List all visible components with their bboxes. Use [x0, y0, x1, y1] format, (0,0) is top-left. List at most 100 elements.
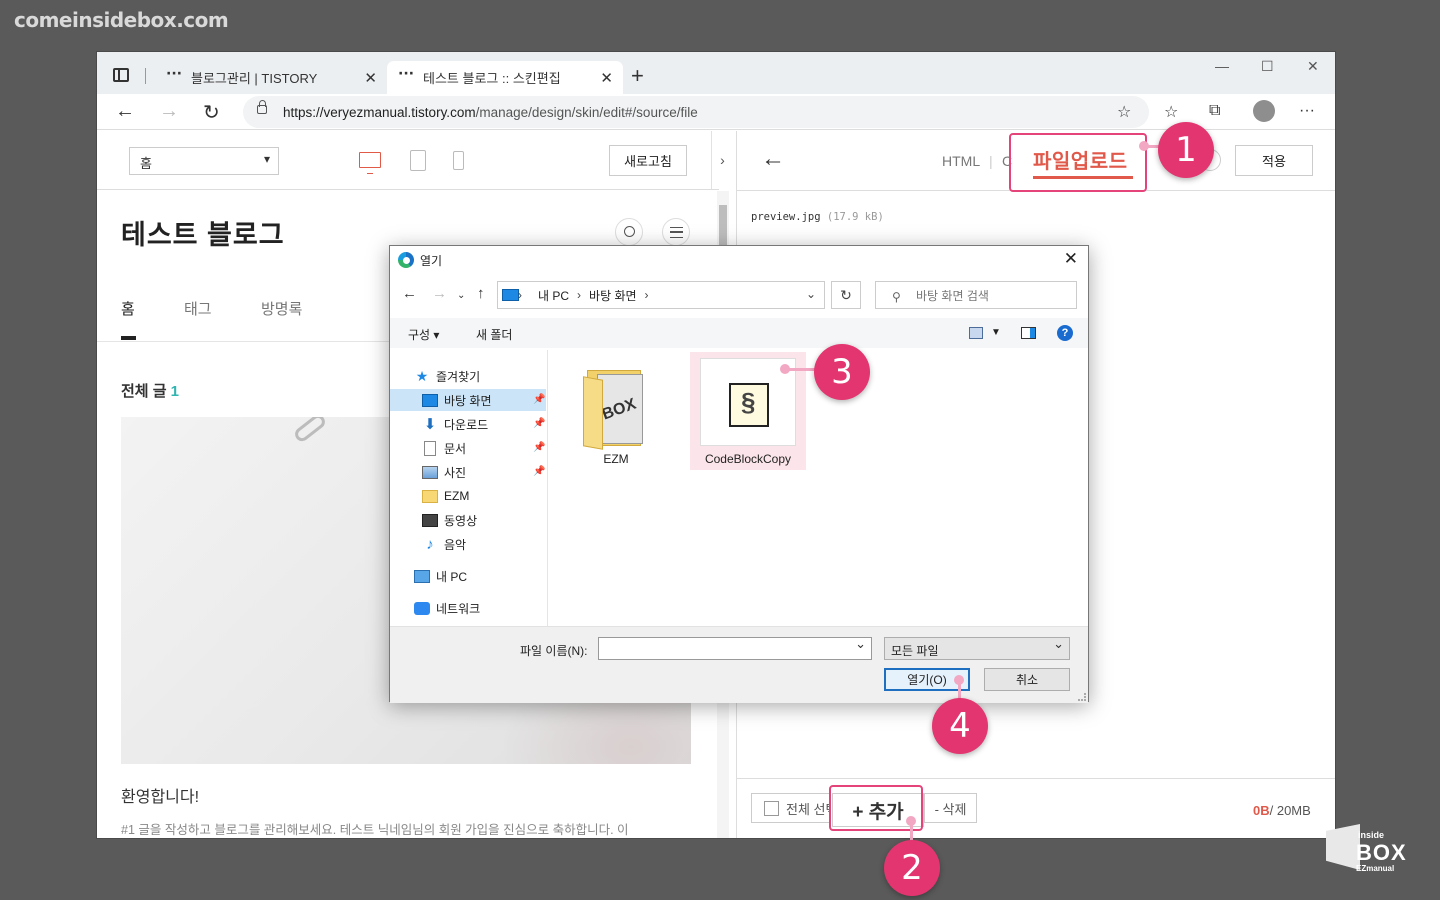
address-bar[interactable]: https://veryezmanual.tistory.com/manage/… [243, 96, 1149, 128]
favorites-icon[interactable]: ☆ [1164, 102, 1178, 122]
preview-pane-icon[interactable] [1021, 327, 1036, 339]
pc-icon [414, 569, 430, 583]
desktop-view-icon[interactable] [359, 152, 381, 174]
dialog-path-bar[interactable]: › 내 PC › 바탕 화면 › ⌄ [497, 281, 825, 309]
new-folder-button[interactable]: 새 폴더 [476, 326, 512, 343]
dialog-close-icon[interactable]: ✕ [1064, 249, 1078, 269]
url-host: https://veryezmanual.tistory.com [283, 104, 476, 120]
minimize-icon[interactable]: — [1215, 58, 1229, 74]
new-tab-icon[interactable]: + [631, 63, 644, 89]
filename-input[interactable] [598, 636, 872, 660]
help-icon[interactable]: ? [1057, 325, 1073, 341]
forward-icon[interactable]: → [159, 100, 179, 123]
tab-file-upload[interactable]: 파일업로드 [1033, 145, 1128, 174]
connector-dot [906, 816, 916, 826]
folder-icon [583, 364, 649, 450]
path-dropdown-icon[interactable]: ⌄ [806, 287, 816, 301]
blog-nav-home[interactable]: 홈 [121, 298, 135, 319]
pin-icon[interactable]: 📌 [533, 442, 545, 453]
recent-locations-icon[interactable]: ⌄ [457, 290, 465, 301]
back-icon[interactable]: ← [115, 100, 135, 123]
tab-actions-icon[interactable] [113, 68, 129, 82]
add-favorite-icon[interactable]: ☆ [1117, 102, 1131, 122]
nav-item-network[interactable]: 네트워크 [414, 597, 480, 619]
back-arrow-icon[interactable]: ← [761, 145, 785, 173]
nav-item-favorites[interactable]: ★ 즐겨찾기 [414, 365, 480, 387]
nav-item-downloads[interactable]: ⬇ 다운로드 [422, 413, 488, 435]
close-tab-icon[interactable]: ✕ [600, 69, 613, 87]
pictures-icon [422, 465, 438, 479]
menu-icon[interactable] [662, 218, 690, 246]
select-all[interactable]: 전체 선택 [751, 793, 831, 823]
pin-icon[interactable]: 📌 [533, 418, 545, 429]
dialog-refresh-icon[interactable]: ↻ [831, 281, 861, 309]
nav-item-videos[interactable]: 동영상 [422, 509, 477, 531]
cancel-button[interactable]: 취소 [984, 668, 1070, 691]
nav-item-label: 즐겨찾기 [436, 369, 481, 384]
close-window-icon[interactable]: ✕ [1307, 58, 1319, 75]
file-item-ezm-folder[interactable]: EZM [558, 356, 674, 466]
chevron-right-icon[interactable]: › [577, 288, 581, 302]
tab-css[interactable]: C [1002, 153, 1012, 169]
path-segment-pc[interactable]: 내 PC [538, 287, 569, 304]
music-icon: ♪ [426, 535, 434, 553]
nav-item-music[interactable]: ♪ 음악 [422, 533, 466, 555]
nav-item-ezm[interactable]: EZM [422, 485, 469, 507]
view-dropdown-icon[interactable]: ▼ [991, 327, 1001, 338]
blog-title: 테스트 블로그 [121, 220, 285, 250]
search-icon[interactable] [615, 218, 643, 246]
editor-toolbar: ← HTML | C 파일업로드 적용 [737, 131, 1335, 191]
collections-icon[interactable]: ⧉ [1209, 102, 1220, 120]
up-folder-icon[interactable]: ↑ [477, 285, 485, 302]
chevron-right-icon[interactable]: › [518, 288, 522, 302]
page-select[interactable]: 홈 [129, 147, 279, 175]
select-all-checkbox[interactable] [764, 800, 779, 816]
blog-nav-tags[interactable]: 태그 [184, 298, 212, 319]
reload-icon[interactable]: ↻ [203, 100, 220, 125]
nav-item-desktop[interactable]: 바탕 화면 📌 [390, 389, 546, 411]
nav-item-label: EZM [444, 489, 470, 503]
logo-text-sub: EZmanual [1356, 864, 1395, 873]
open-file-dialog: 열기 ✕ ← → ⌄ ↑ › 내 PC › 바탕 화면 › ⌄ ↻ ⚲ 바탕 화… [389, 245, 1089, 703]
filetype-select[interactable]: 모든 파일 [884, 636, 1070, 660]
close-tab-icon[interactable]: ✕ [364, 69, 377, 87]
nav-item-this-pc[interactable]: 내 PC [414, 565, 467, 587]
tab-blog-admin[interactable]: 블로그관리 | TISTORY ✕ [155, 61, 387, 94]
nav-item-documents[interactable]: 문서 [422, 437, 466, 459]
watermark: comeinsidebox.com [14, 8, 229, 32]
profile-avatar[interactable] [1253, 100, 1275, 122]
delete-file-button[interactable]: - 삭제 [924, 793, 977, 823]
collapse-pane-icon[interactable]: › [711, 131, 733, 189]
more-menu-icon[interactable]: ··· [1299, 102, 1315, 120]
post-title[interactable]: 환영합니다! [121, 783, 199, 807]
file-list-item[interactable]: preview.jpg (17.9 kB) [751, 211, 884, 223]
maximize-icon[interactable]: ☐ [1261, 58, 1274, 75]
path-segment-desktop[interactable]: 바탕 화면 [589, 287, 637, 304]
refresh-button[interactable]: 새로고침 [609, 145, 687, 176]
blog-nav-guestbook[interactable]: 방명록 [261, 298, 302, 319]
lock-icon [257, 100, 267, 114]
tab-skin-edit[interactable]: 테스트 블로그 :: 스킨편집 ✕ [387, 61, 623, 94]
apply-button[interactable]: 적용 [1235, 145, 1313, 176]
pin-icon[interactable]: 📌 [533, 394, 545, 405]
pin-icon[interactable]: 📌 [533, 466, 545, 477]
tab-html[interactable]: HTML [942, 153, 980, 169]
mobile-view-icon[interactable] [453, 151, 464, 170]
nav-item-pictures[interactable]: 사진 [422, 461, 466, 483]
dialog-search-input[interactable]: ⚲ 바탕 화면 검색 [875, 281, 1077, 309]
step-badge-4: 4 [932, 698, 988, 754]
resize-grip[interactable] [1078, 693, 1086, 701]
change-view-icon[interactable] [969, 327, 983, 339]
network-icon [414, 601, 430, 615]
dialog-forward-icon[interactable]: → [432, 285, 447, 302]
chevron-right-icon[interactable]: › [645, 288, 649, 302]
logo-shape [1326, 824, 1360, 870]
dialog-back-icon[interactable]: ← [402, 285, 417, 302]
organize-menu[interactable]: 구성 ▾ [408, 326, 439, 343]
step-badge-2: 2 [884, 840, 940, 896]
tablet-view-icon[interactable] [410, 150, 426, 171]
pc-icon [502, 289, 519, 301]
nav-item-label: 네트워크 [436, 601, 481, 616]
nav-active-indicator [121, 336, 136, 340]
editor-footer: 전체 선택 + 추가 - 삭제 0B/ 20MB [737, 778, 1335, 838]
